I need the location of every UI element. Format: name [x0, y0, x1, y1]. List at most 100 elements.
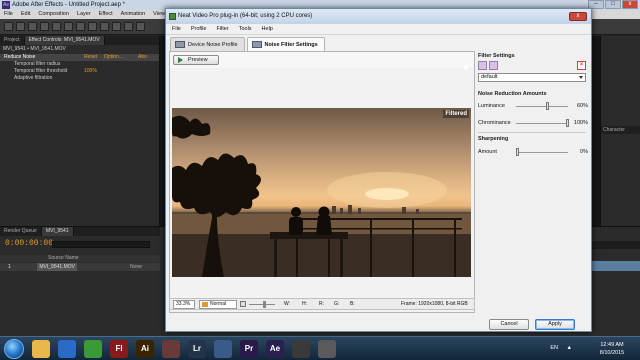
chrominance-slider-track[interactable]: [516, 123, 568, 124]
compare-slider-thumb[interactable]: [263, 301, 266, 308]
eraser-tool-icon[interactable]: [136, 22, 145, 31]
fx-param-row[interactable]: Temporal filter threshold 100%: [0, 68, 159, 75]
menu-filter[interactable]: Filter: [216, 24, 228, 34]
tab-project[interactable]: Project: [0, 36, 25, 45]
fx-param-row[interactable]: Temporal filter radius: [0, 61, 159, 68]
neat-video-app-icon: [169, 13, 176, 20]
zoom-select[interactable]: 33.3%: [173, 300, 195, 309]
timecode[interactable]: 0:00:00:00: [5, 239, 53, 248]
close-button[interactable]: x: [622, 0, 638, 9]
fx-param-value[interactable]: 100%: [84, 68, 97, 75]
menu-view[interactable]: View: [153, 10, 165, 19]
dialog-close-button[interactable]: x: [569, 12, 587, 21]
pan-behind-tool-icon[interactable]: [64, 22, 73, 31]
maximize-button[interactable]: □: [605, 0, 621, 9]
menu-effect[interactable]: Effect: [99, 10, 113, 19]
options-link[interactable]: Option...: [104, 54, 123, 61]
app-icon[interactable]: [292, 340, 310, 358]
layer-parent[interactable]: None: [130, 263, 142, 271]
language-indicator[interactable]: EN: [550, 345, 558, 351]
amount-slider-thumb[interactable]: [516, 148, 519, 156]
menu-animation[interactable]: Animation: [121, 10, 145, 19]
tab-device-noise-profile[interactable]: Device Noise Profile: [170, 37, 245, 51]
pen-tool-icon[interactable]: [88, 22, 97, 31]
illustrator-icon[interactable]: Ai: [136, 340, 154, 358]
menu-composition[interactable]: Composition: [38, 10, 69, 19]
lightroom-icon[interactable]: Lr: [188, 340, 206, 358]
load-preset-icon[interactable]: [478, 61, 487, 70]
preview-viewer[interactable]: Filtered: [170, 68, 474, 312]
sunset-scene-image: [172, 115, 471, 277]
explorer-icon[interactable]: [32, 340, 50, 358]
text-tool-icon[interactable]: [100, 22, 109, 31]
clock[interactable]: 12:49 AM 8/10/2015: [590, 341, 634, 357]
amount-slider-track[interactable]: [516, 152, 568, 153]
compare-slider-track[interactable]: [249, 304, 275, 305]
mask-tool-icon[interactable]: [76, 22, 85, 31]
brush-tool-icon[interactable]: [112, 22, 121, 31]
tab-comp[interactable]: MVI_9541: [41, 227, 74, 236]
after-effects-icon[interactable]: Ae: [266, 340, 284, 358]
tray-expand-icon[interactable]: ▲: [567, 345, 572, 351]
amount-label: Amount: [478, 149, 497, 155]
chrome-icon[interactable]: [84, 340, 102, 358]
right-panel: Character: [600, 36, 640, 226]
about-link[interactable]: Abo: [138, 54, 147, 61]
reset-link[interactable]: Reset: [84, 54, 97, 61]
clock-date: 8/10/2015: [599, 350, 625, 356]
dialog-titlebar[interactable]: Neat Video Pro plug-in (64-bit; using 2 …: [166, 9, 591, 24]
start-button[interactable]: [4, 339, 24, 359]
luminance-slider-track[interactable]: [516, 106, 568, 107]
timeline-layer-row[interactable]: 1 MVI_9541.MOV None: [0, 263, 160, 271]
filter-settings-icon: [251, 41, 262, 48]
fx-param-row[interactable]: Adaptive filtration: [0, 75, 159, 82]
menu-file[interactable]: File: [172, 24, 181, 34]
tab-effect-controls[interactable]: Effect Controls: MVI_9541.MOV: [24, 36, 105, 45]
menu-help[interactable]: Help: [262, 24, 273, 34]
hand-tool-icon[interactable]: [16, 22, 25, 31]
timeline-column-headers: Source Name: [0, 255, 160, 262]
tab-render-queue[interactable]: Render Queue: [0, 227, 42, 236]
menu-tools[interactable]: Tools: [239, 24, 252, 34]
time-ruler[interactable]: [592, 241, 640, 249]
luminance-slider-thumb[interactable]: [546, 102, 549, 110]
tab-noise-filter-settings[interactable]: Noise Filter Settings: [246, 37, 325, 51]
compare-slider-icon[interactable]: [240, 301, 246, 307]
luminance-value: 60%: [576, 103, 588, 109]
menu-layer[interactable]: Layer: [77, 10, 91, 19]
menu-profile[interactable]: Profile: [191, 24, 207, 34]
save-preset-icon[interactable]: [489, 61, 498, 70]
cancel-button[interactable]: Cancel: [489, 319, 529, 330]
fx-param-label: Temporal filter radius: [14, 61, 61, 67]
timeline-search-input[interactable]: [52, 241, 150, 248]
zoom-tool-icon[interactable]: [28, 22, 37, 31]
layer-track-bar[interactable]: [592, 261, 640, 271]
tab-character[interactable]: Character: [601, 126, 640, 134]
apply-button[interactable]: Apply: [535, 319, 575, 330]
clone-tool-icon[interactable]: [124, 22, 133, 31]
video-frame-image[interactable]: Filtered: [172, 108, 471, 277]
premiere-icon[interactable]: Pr: [240, 340, 258, 358]
flash-icon[interactable]: Fl: [110, 340, 128, 358]
preview-statusbar: 33.3% Normal W: H: R: G: B: Frame: 1920x…: [169, 298, 475, 310]
menu-edit[interactable]: Edit: [21, 10, 30, 19]
menu-file[interactable]: File: [4, 10, 13, 19]
delete-preset-icon[interactable]: ×: [577, 61, 586, 70]
filtered-badge: Filtered: [443, 110, 469, 118]
preset-dropdown[interactable]: default: [478, 73, 586, 82]
effect-controls-panel: Project Effect Controls: MVI_9541.MOV MV…: [0, 36, 160, 226]
selection-tool-icon[interactable]: [4, 22, 13, 31]
timeline-tabs: Render Queue MVI_9541: [0, 227, 160, 236]
app-icon[interactable]: [318, 340, 336, 358]
media-icon[interactable]: [214, 340, 232, 358]
view-mode-select[interactable]: Normal: [199, 300, 237, 309]
chrominance-slider-thumb[interactable]: [566, 119, 569, 127]
chevron-down-icon: [579, 76, 583, 79]
noise-reduction-heading: Noise Reduction Amounts: [478, 91, 547, 97]
media-player-icon[interactable]: [58, 340, 76, 358]
effect-header[interactable]: Reduce Noise Reset Option... Abo: [0, 54, 159, 61]
rotate-tool-icon[interactable]: [40, 22, 49, 31]
app-icon[interactable]: [162, 340, 180, 358]
preview-button[interactable]: Preview: [173, 55, 219, 65]
camera-tool-icon[interactable]: [52, 22, 61, 31]
